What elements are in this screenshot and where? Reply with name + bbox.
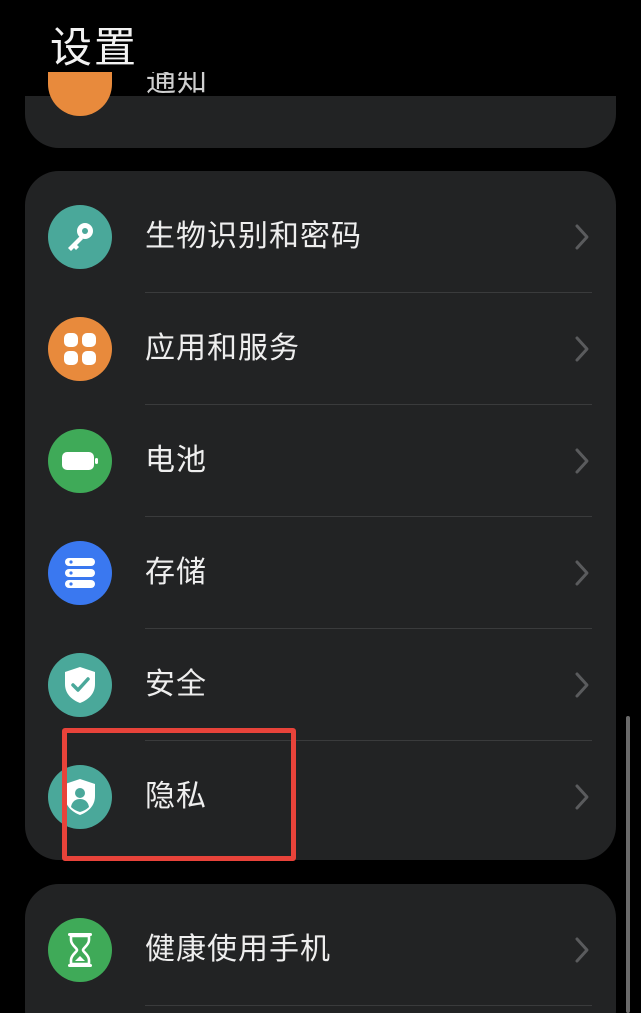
settings-item-apps-services[interactable]: 应用和服务 [25, 293, 616, 405]
settings-item-label: 隐私 [145, 779, 207, 814]
settings-item-biometrics[interactable]: 生物识别和密码 [25, 181, 616, 293]
grid-icon [48, 317, 112, 381]
divider [145, 1005, 592, 1006]
settings-group-main: 生物识别和密码 应用和服务 电池 存储 安全 隐私 [25, 171, 616, 860]
settings-item-label: 应用和服务 [145, 331, 300, 366]
settings-item-label: 安全 [145, 667, 207, 702]
scrollbar[interactable] [626, 716, 630, 1013]
settings-item-digital-balance[interactable]: 健康使用手机 [25, 894, 616, 1006]
chevron-right-icon [575, 448, 589, 474]
settings-item-security[interactable]: 安全 [25, 629, 616, 741]
settings-item-label: 存储 [145, 555, 207, 590]
settings-item-label: 生物识别和密码 [145, 219, 362, 254]
settings-item-label: 健康使用手机 [145, 932, 331, 967]
settings-item-privacy[interactable]: 隐私 [25, 741, 616, 853]
page-title: 设置 [50, 23, 139, 72]
chevron-right-icon [575, 784, 589, 810]
chevron-right-icon [575, 336, 589, 362]
chevron-right-icon [575, 560, 589, 586]
battery-icon [48, 429, 112, 493]
partial-item-label[interactable]: 通知 [146, 72, 216, 100]
key-icon [48, 205, 112, 269]
settings-item-label: 电池 [145, 443, 207, 478]
settings-item-storage[interactable]: 存储 [25, 517, 616, 629]
privacy-shield-icon [48, 765, 112, 829]
shield-check-icon [48, 653, 112, 717]
chevron-right-icon [575, 672, 589, 698]
settings-group-bottom: 健康使用手机 [25, 884, 616, 1013]
settings-group-partial [25, 96, 616, 148]
storage-icon [48, 541, 112, 605]
chevron-right-icon [575, 224, 589, 250]
chevron-right-icon [575, 937, 589, 963]
settings-item-battery[interactable]: 电池 [25, 405, 616, 517]
settings-screen: 设置 通知 生物识别和密码 应用和服务 电池 存储 安全 隐私 健康使用手机 [0, 0, 641, 1013]
hourglass-icon [48, 918, 112, 982]
